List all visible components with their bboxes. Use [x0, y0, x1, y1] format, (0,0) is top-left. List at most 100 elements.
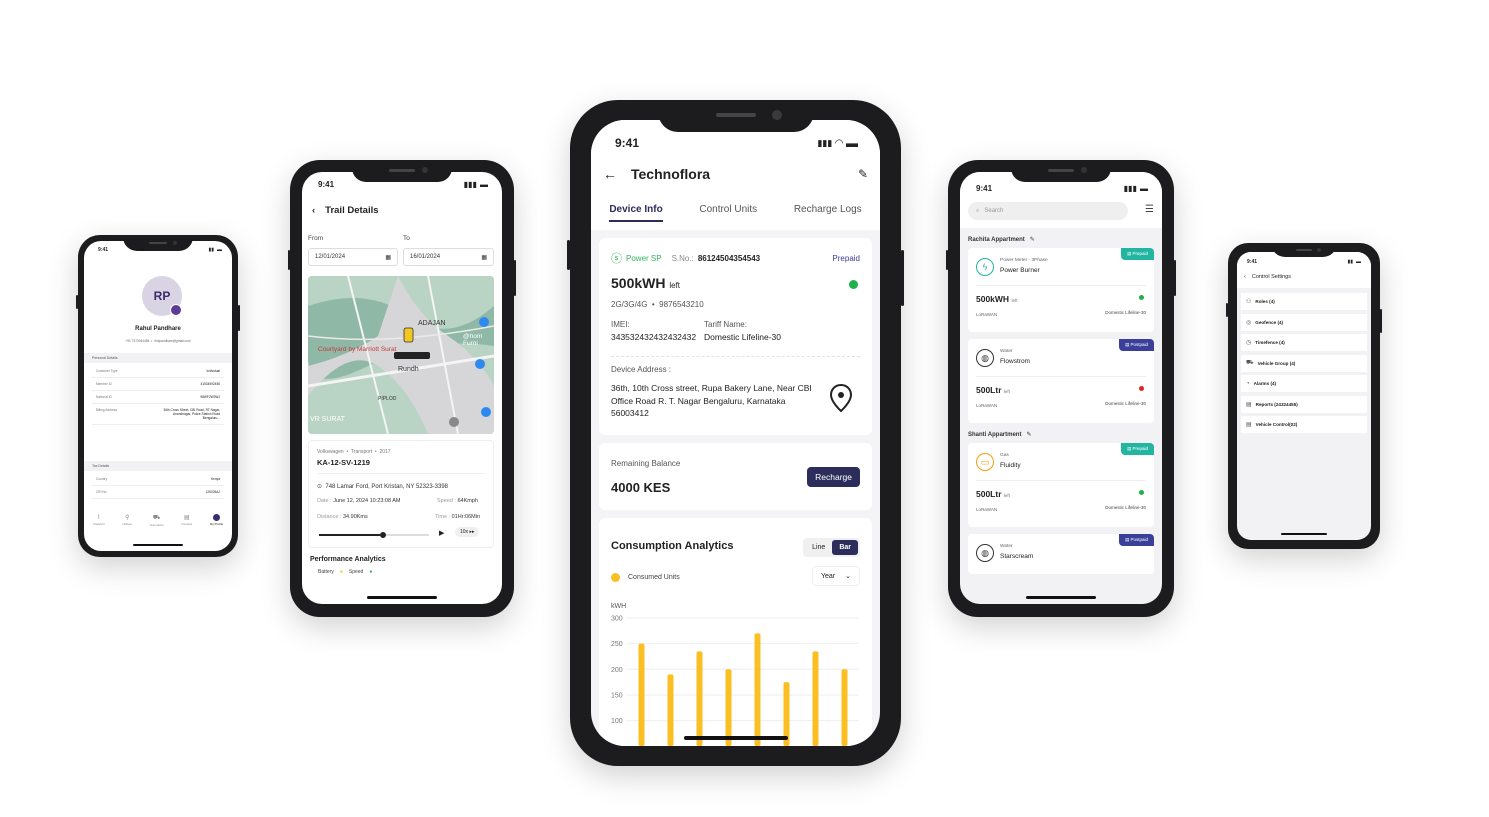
phone-control-settings: 9:41 ▮▮ ▬ ‹ Control Settings ⚇ Roles (4) ◎…: [1226, 243, 1382, 549]
device-card[interactable]: ▤ Prepaid ϟ Power Meter - 3Phase Power Burn…: [968, 248, 1154, 332]
detail-row: Member ID 41534592456: [92, 378, 224, 391]
network-type: LoRaWAN: [976, 507, 998, 512]
tab-invoices[interactable]: ▤ Invoices: [181, 514, 192, 527]
device-card[interactable]: ▤ Postpaid ◍ Water Flowstrom 500Ltr left LoRa…: [968, 339, 1154, 423]
page-title: Trail Details: [325, 205, 379, 216]
vehicle-control-icon: ▤: [1246, 422, 1252, 428]
edit-icon[interactable]: ✎: [1026, 432, 1031, 438]
control-item[interactable]: ⛟ Vehicle Group (4): [1241, 354, 1367, 372]
balance-card: Remaining Balance 4000 KES Recharge: [599, 443, 872, 510]
notch: [1011, 160, 1111, 182]
showcase-stage: 9:41 ▮▮ ▬ RP Rahul Pandhare +91 73730444…: [0, 0, 1489, 817]
toggle-bar[interactable]: Bar: [832, 540, 858, 555]
back-arrow-icon[interactable]: ←: [603, 166, 617, 182]
chart-bar[interactable]: [696, 651, 703, 746]
control-item-label: Roles (4): [1255, 299, 1275, 304]
tab-telematics[interactable]: ⛟ Telematics: [150, 514, 164, 527]
group-header: Shanti Appartment ✎: [968, 431, 1031, 438]
back-icon[interactable]: ‹: [1244, 274, 1246, 280]
bolt-icon: ϟ: [976, 258, 994, 276]
legend-battery: Battery: [318, 569, 334, 575]
vehicle-meta: Volkswagen • Transport • 2017: [317, 449, 391, 455]
filter-icon[interactable]: ☰: [1145, 204, 1154, 215]
serial-value: 86124504354543: [697, 253, 761, 263]
control-item-label: Vehicle Group (4): [1257, 360, 1296, 366]
to-label: To: [403, 235, 410, 242]
to-date-field[interactable]: 16/01/2024 ▦: [403, 248, 494, 266]
detail-value: Kenya: [210, 477, 220, 481]
tab-label: Telematics: [149, 523, 164, 527]
device-amount: 500kWH left: [976, 294, 1017, 304]
gas-icon: ▭: [976, 453, 994, 471]
control-item[interactable]: ▤ Vehicle Control(02): [1241, 416, 1367, 433]
wifi-icon: ◠: [835, 137, 843, 149]
notch: [352, 160, 452, 182]
tab-utilities[interactable]: ⚲ Utilities: [122, 514, 132, 527]
recharge-button[interactable]: Recharge: [807, 467, 860, 487]
profile-icon: [213, 514, 220, 521]
units-left: 500kWH left: [611, 275, 680, 291]
edit-icon[interactable]: ✎: [858, 167, 868, 181]
status-dot: [1139, 490, 1144, 495]
map-label: ADAJAN: [418, 320, 446, 327]
amount-suffix: left: [1003, 493, 1010, 498]
control-item[interactable]: ◎ Geofence (4): [1241, 313, 1367, 331]
control-item[interactable]: ◷ Timefence (4): [1241, 334, 1367, 351]
playback-slider[interactable]: [319, 532, 429, 538]
control-item[interactable]: ◔ Alarms (4): [1241, 375, 1367, 392]
device-card[interactable]: ▤ Prepaid ▭ Gas Fluidity 500Ltr left LoRaWAN D…: [968, 443, 1154, 527]
chart-bar[interactable]: [812, 651, 819, 746]
battery-icon: ▬: [217, 247, 222, 253]
time-value: 01Hr:06Min: [451, 514, 481, 520]
reports-icon: ▤: [1246, 401, 1252, 408]
device-type: Water: [1000, 544, 1013, 549]
chart-bar[interactable]: [841, 669, 848, 746]
chart-legend: Consumed Units: [611, 573, 680, 582]
trail-map[interactable]: ADAJAN Courtyard by Marriott Surat Rundh…: [308, 276, 494, 434]
battery-icon: ▬: [1140, 183, 1148, 193]
period-select[interactable]: Year ⌄: [812, 566, 860, 586]
control-item[interactable]: ⚇ Roles (4): [1241, 293, 1367, 310]
control-item[interactable]: ▤ Reports (24324455): [1241, 395, 1367, 413]
notch: [123, 235, 193, 251]
tab-analytics[interactable]: ⌇ Analytics: [93, 514, 105, 527]
edit-avatar-icon[interactable]: [170, 304, 182, 316]
imei-label: IMEI:: [611, 320, 630, 329]
chart-bar[interactable]: [754, 633, 761, 746]
chart-bar[interactable]: [725, 669, 732, 746]
power-button: [1174, 260, 1176, 296]
tariff-label: Tariff Name:: [704, 320, 747, 329]
edit-icon[interactable]: ✎: [1030, 237, 1035, 243]
plan-tag-label: Prepaid: [1132, 251, 1148, 256]
toggle-line[interactable]: Line: [805, 540, 832, 555]
phone-profile: 9:41 ▮▮ ▬ RP Rahul Pandhare +91 73730444…: [76, 235, 240, 557]
battery-icon: ▬: [1356, 258, 1361, 265]
tab-recharge-logs[interactable]: Recharge Logs: [794, 204, 862, 222]
tariff-name: Domestic Lifeline-30: [1105, 310, 1146, 315]
amount-value: 500kWH: [976, 294, 1010, 304]
chevron-down-icon: ⌄: [845, 573, 851, 580]
divider: [317, 473, 485, 474]
device-card[interactable]: ▤ Postpaid ◍ Water Starscream: [968, 534, 1154, 574]
search-input[interactable]: ⌕ Search: [968, 202, 1128, 220]
status-time: 9:41: [1247, 258, 1258, 265]
back-icon[interactable]: ‹: [312, 205, 315, 216]
device-screen: 9:41 ▮▮▮ ◠ ▬ ← Technoflora ✎ Device Info…: [591, 120, 880, 746]
tab-control-units[interactable]: Control Units: [699, 204, 757, 222]
device-phone: 9876543210: [659, 300, 704, 309]
from-date-field[interactable]: 12/01/2024 ▦: [308, 248, 398, 266]
tab-my-profile[interactable]: My Profile: [210, 514, 223, 527]
plan-tag: ▤ Prepaid: [1120, 443, 1154, 455]
chart-bar[interactable]: [667, 674, 674, 746]
chart-bar[interactable]: [638, 643, 645, 746]
map-pin-icon[interactable]: [829, 383, 853, 417]
location-pin-icon: ⊙: [317, 484, 323, 490]
play-icon[interactable]: ▶: [439, 529, 444, 537]
page-title: Control Settings: [1251, 274, 1291, 280]
playback-speed-button[interactable]: 10x ▸▸: [455, 527, 480, 537]
trail-address: ⊙ 748 Lamar Ford, Port Kristan, NY 52323…: [317, 483, 448, 490]
detail-label: Customer Type: [96, 369, 118, 373]
balance-label: Remaining Balance: [611, 459, 681, 468]
tab-device-info[interactable]: Device Info: [609, 204, 663, 222]
playback-knob[interactable]: [379, 532, 386, 538]
